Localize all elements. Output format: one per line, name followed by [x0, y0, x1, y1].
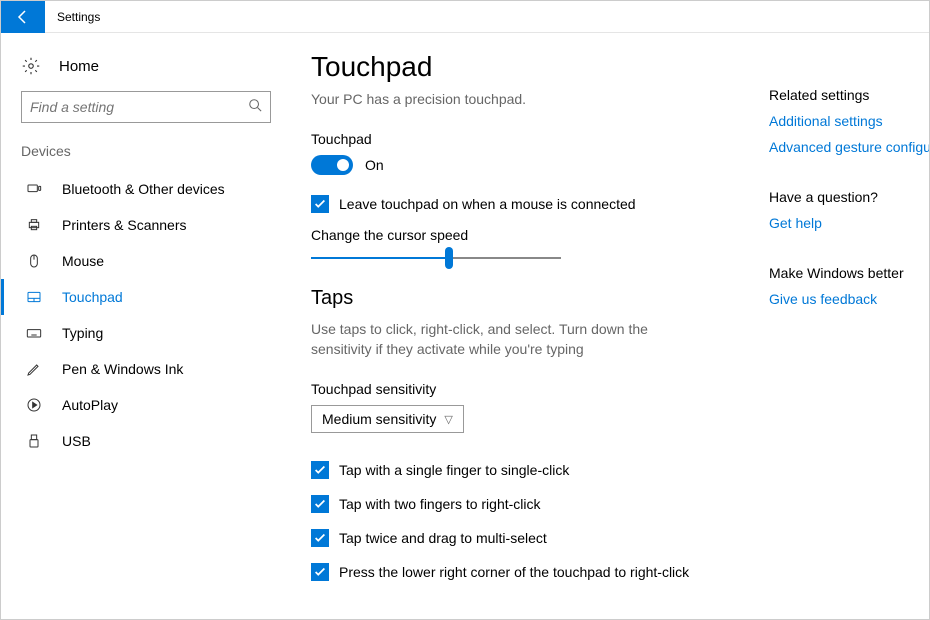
- touchpad-toggle[interactable]: [311, 155, 353, 175]
- cursor-speed-label: Change the cursor speed: [311, 227, 749, 243]
- search-input[interactable]: [30, 99, 248, 115]
- additional-settings-link[interactable]: Additional settings: [769, 113, 919, 129]
- touchpad-icon: [24, 289, 44, 305]
- taps-title: Taps: [311, 287, 749, 310]
- check-icon: [313, 565, 327, 579]
- leave-on-checkbox[interactable]: [311, 195, 329, 213]
- sidebar-item-label: USB: [62, 433, 91, 449]
- category-header: Devices: [1, 143, 291, 159]
- sidebar-item-printers[interactable]: Printers & Scanners: [1, 207, 291, 243]
- touchpad-toggle-row: On: [311, 155, 749, 175]
- touchpad-label: Touchpad: [311, 131, 749, 147]
- app-title: Settings: [57, 10, 100, 24]
- tap-corner-label: Press the lower right corner of the touc…: [339, 564, 689, 580]
- sidebar-item-label: Printers & Scanners: [62, 217, 187, 233]
- question-head: Have a question?: [769, 189, 919, 205]
- sidebar-item-touchpad[interactable]: Touchpad: [1, 279, 291, 315]
- sensitivity-value: Medium sensitivity: [322, 411, 436, 427]
- titlebar: Settings: [1, 1, 929, 33]
- toggle-knob: [337, 159, 349, 171]
- play-icon: [24, 397, 44, 413]
- home-nav[interactable]: Home: [1, 51, 291, 81]
- back-button[interactable]: [1, 1, 45, 33]
- sidebar-item-autoplay[interactable]: AutoPlay: [1, 387, 291, 423]
- tap-two-label: Tap with two fingers to right-click: [339, 496, 541, 512]
- sidebar-item-bluetooth[interactable]: Bluetooth & Other devices: [1, 171, 291, 207]
- tap-single-label: Tap with a single finger to single-click: [339, 462, 569, 478]
- content: Home Devices Bluetooth & Other devices P…: [1, 33, 929, 619]
- feedback-section: Make Windows better Give us feedback: [769, 265, 919, 307]
- better-head: Make Windows better: [769, 265, 919, 281]
- sidebar-item-label: Typing: [62, 325, 103, 341]
- tap-two-row: Tap with two fingers to right-click: [311, 495, 749, 513]
- tap-drag-label: Tap twice and drag to multi-select: [339, 530, 547, 546]
- back-arrow-icon: [15, 9, 31, 25]
- tap-corner-checkbox[interactable]: [311, 563, 329, 581]
- leave-on-row: Leave touchpad on when a mouse is connec…: [311, 195, 749, 213]
- cursor-speed-slider[interactable]: [311, 257, 561, 259]
- sensitivity-label: Touchpad sensitivity: [311, 381, 749, 397]
- usb-icon: [24, 433, 44, 449]
- toggle-state-text: On: [365, 157, 384, 173]
- sidebar-item-typing[interactable]: Typing: [1, 315, 291, 351]
- home-label: Home: [59, 58, 99, 75]
- search-box[interactable]: [21, 91, 271, 123]
- advanced-gesture-link[interactable]: Advanced gesture configuration: [769, 139, 919, 155]
- main-panel: Touchpad Your PC has a precision touchpa…: [291, 33, 769, 619]
- gear-icon: [21, 57, 41, 75]
- sidebar-item-pen[interactable]: Pen & Windows Ink: [1, 351, 291, 387]
- get-help-link[interactable]: Get help: [769, 215, 919, 231]
- right-sidebar: Related settings Additional settings Adv…: [769, 33, 929, 619]
- feedback-link[interactable]: Give us feedback: [769, 291, 919, 307]
- sidebar-item-usb[interactable]: USB: [1, 423, 291, 459]
- tap-two-checkbox[interactable]: [311, 495, 329, 513]
- mouse-icon: [24, 253, 44, 269]
- tap-single-row: Tap with a single finger to single-click: [311, 461, 749, 479]
- slider-thumb[interactable]: [445, 247, 453, 269]
- page-subtitle: Your PC has a precision touchpad.: [311, 91, 749, 107]
- check-icon: [313, 197, 327, 211]
- cursor-speed-section: Change the cursor speed: [311, 227, 749, 259]
- pen-icon: [24, 361, 44, 377]
- sidebar-item-label: Bluetooth & Other devices: [62, 181, 225, 197]
- related-settings-head: Related settings: [769, 87, 919, 103]
- taps-description: Use taps to click, right-click, and sele…: [311, 320, 711, 359]
- printer-icon: [24, 217, 44, 233]
- sidebar-item-mouse[interactable]: Mouse: [1, 243, 291, 279]
- tap-corner-row: Press the lower right corner of the touc…: [311, 563, 749, 581]
- page-title: Touchpad: [311, 51, 749, 83]
- bluetooth-icon: [24, 181, 44, 197]
- sidebar-item-label: AutoPlay: [62, 397, 118, 413]
- tap-drag-checkbox[interactable]: [311, 529, 329, 547]
- sensitivity-select[interactable]: Medium sensitivity ▽: [311, 405, 464, 433]
- leave-on-label: Leave touchpad on when a mouse is connec…: [339, 196, 636, 212]
- sidebar-item-label: Pen & Windows Ink: [62, 361, 183, 377]
- question-section: Have a question? Get help: [769, 189, 919, 231]
- tap-drag-row: Tap twice and drag to multi-select: [311, 529, 749, 547]
- check-icon: [313, 463, 327, 477]
- sidebar-item-label: Touchpad: [62, 289, 123, 305]
- sidebar-item-label: Mouse: [62, 253, 104, 269]
- slider-fill: [311, 257, 449, 259]
- check-icon: [313, 531, 327, 545]
- check-icon: [313, 497, 327, 511]
- related-settings-section: Related settings Additional settings Adv…: [769, 87, 919, 155]
- chevron-down-icon: ▽: [444, 413, 452, 426]
- search-icon: [248, 98, 262, 117]
- tap-single-checkbox[interactable]: [311, 461, 329, 479]
- sidebar: Home Devices Bluetooth & Other devices P…: [1, 33, 291, 619]
- tap-options: Tap with a single finger to single-click…: [311, 461, 749, 581]
- keyboard-icon: [24, 325, 44, 341]
